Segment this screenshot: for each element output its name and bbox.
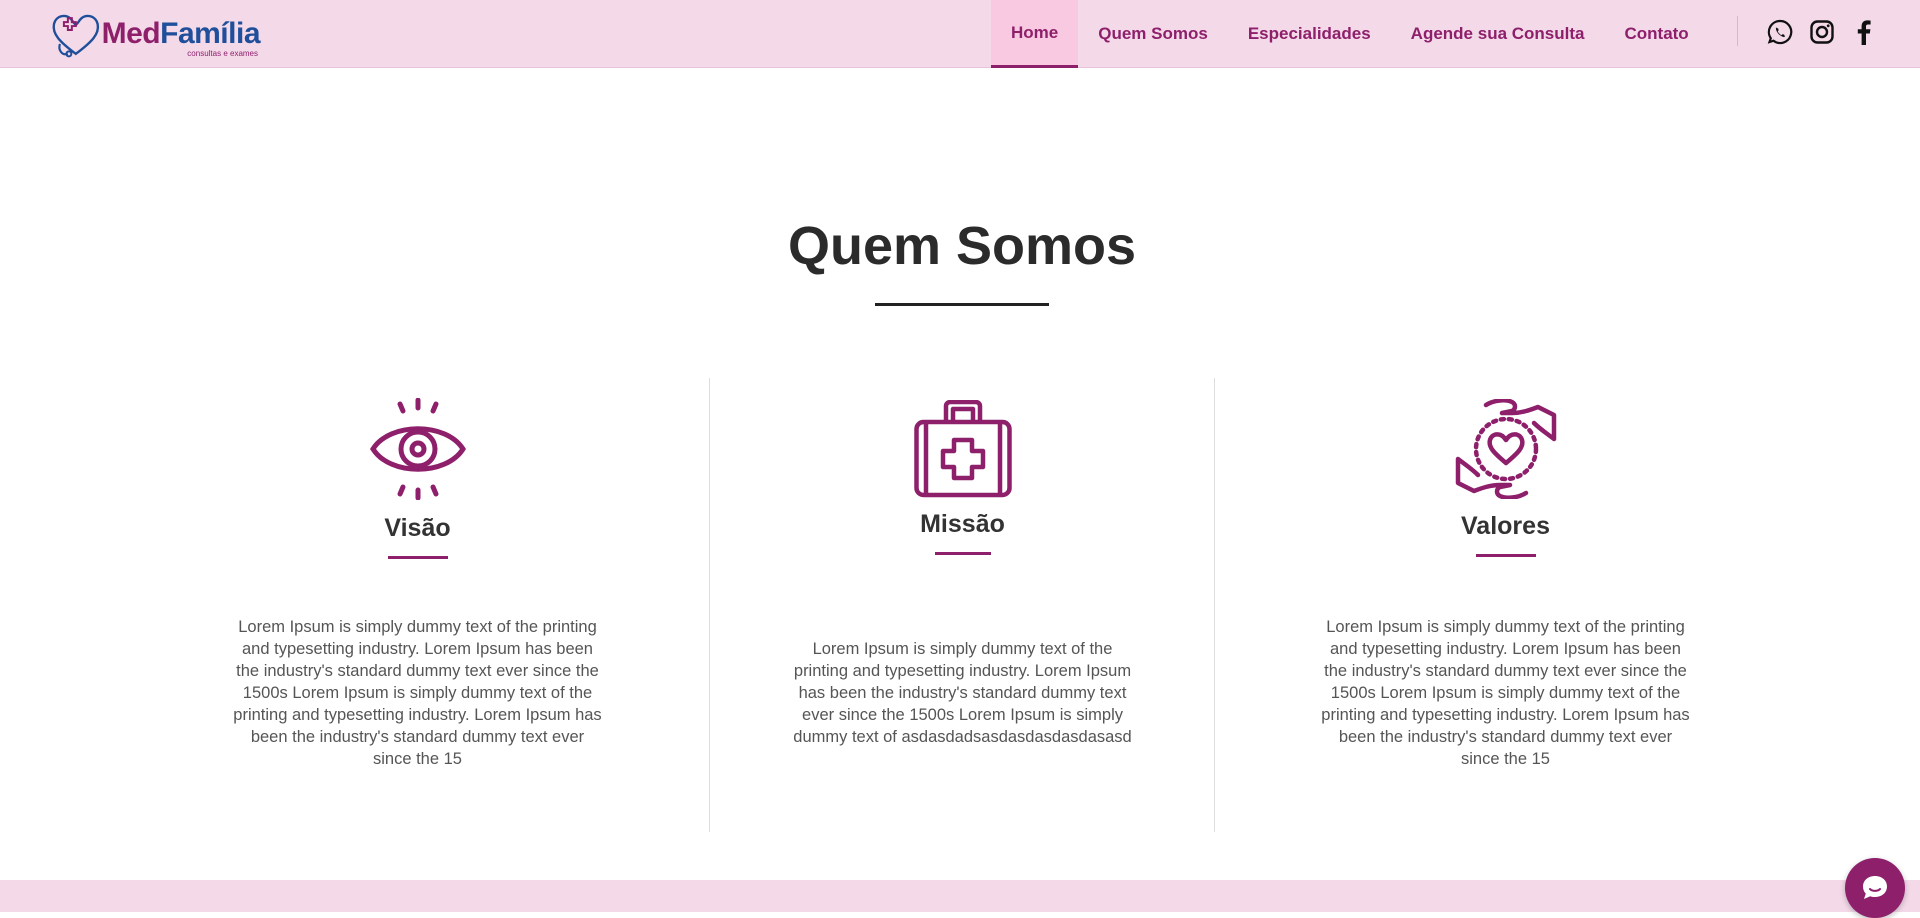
column-valores: Valores Lorem Ipsum is simply dummy text… <box>1253 378 1758 832</box>
section-title: Quem Somos <box>787 216 1137 276</box>
chat-button[interactable] <box>1845 858 1905 918</box>
eye-icon <box>369 398 466 500</box>
column-visao: Visão Lorem Ipsum is simply dummy text o… <box>165 378 670 832</box>
column-title-underline <box>387 556 448 559</box>
column-missao: Missão Lorem Ipsum is simply dummy text … <box>710 378 1215 832</box>
site-header: MedFamília consultas e exames Home Quem … <box>0 0 1920 68</box>
column-title: Visão <box>384 514 451 542</box>
social-links <box>1766 18 1878 46</box>
brand-name: MedFamília <box>101 17 261 50</box>
footer-band <box>0 880 1920 912</box>
nav-divider <box>1737 16 1738 46</box>
title-underline <box>875 303 1049 306</box>
medical-kit-icon <box>913 400 1012 498</box>
column-title: Valores <box>1461 512 1550 540</box>
chat-bubble-icon <box>1863 876 1887 899</box>
nav-especialidades[interactable]: Especialidades <box>1228 0 1391 68</box>
hands-heart-icon <box>1455 399 1556 499</box>
brand-name-part1: Med <box>101 17 161 50</box>
brand-name-part2: Família <box>160 17 260 50</box>
column-text: Lorem Ipsum is simply dummy text of the … <box>1321 618 1690 768</box>
column-text: Lorem Ipsum is simply dummy text of the … <box>233 618 602 768</box>
column-text: Lorem Ipsum is simply dummy text of the … <box>793 640 1132 746</box>
facebook-icon[interactable] <box>1850 18 1878 46</box>
nav-home[interactable]: Home <box>991 0 1079 68</box>
column-title: Missão <box>920 510 1005 538</box>
whatsapp-icon[interactable] <box>1766 18 1794 46</box>
column-title-underline <box>934 552 991 555</box>
nav-agende-consulta[interactable]: Agende sua Consulta <box>1391 0 1605 68</box>
logo[interactable]: MedFamília consultas e exames <box>50 10 260 58</box>
main-nav: Home Quem Somos Especialidades Agende su… <box>991 0 1709 68</box>
column-title-underline <box>1475 554 1536 557</box>
heart-cross-logo-icon <box>52 14 100 58</box>
nav-contato[interactable]: Contato <box>1604 0 1708 68</box>
brand-tagline: consultas e exames <box>187 49 258 58</box>
instagram-icon[interactable] <box>1808 18 1836 46</box>
nav-quem-somos[interactable]: Quem Somos <box>1078 0 1228 68</box>
